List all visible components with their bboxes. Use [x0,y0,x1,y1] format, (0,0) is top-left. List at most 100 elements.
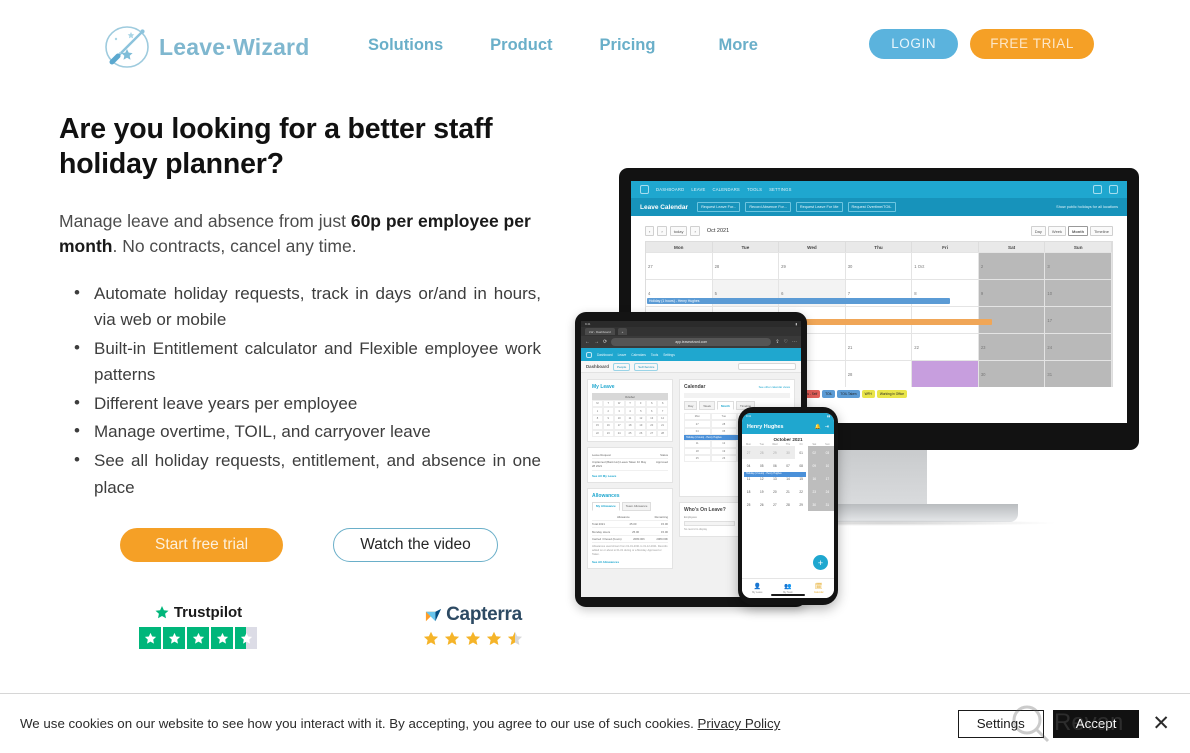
more-menu-icon[interactable]: ⋯ [792,339,797,345]
mini-day[interactable]: 16 [602,422,614,430]
table-row[interactable]: Unplanned (Bank Hol) Leave Taken Fri May… [592,459,668,471]
free-trial-button[interactable]: FREE TRIAL [970,29,1094,59]
calendar-day-cell[interactable]: 3 [1045,252,1112,279]
phone-day[interactable]: 07 [781,459,794,472]
app-nav-settings[interactable]: SETTINGS [769,187,792,192]
back-arrow-icon[interactable]: ← [585,339,590,345]
nav-item-solutions[interactable]: Solutions [368,36,443,55]
phone-day[interactable]: 02 [807,446,821,459]
app-nav-tools[interactable]: Tools [651,353,658,357]
phone-day[interactable]: 10 [820,459,834,472]
mini-day[interactable]: 28 [657,429,668,437]
calendar-next-button[interactable]: › [657,226,667,236]
phone-day[interactable]: 25 [742,498,755,511]
grid-day[interactable]: 25 [684,454,711,463]
mini-day[interactable]: S [657,400,668,408]
calendar-day-cell[interactable]: 27 [646,252,713,279]
phone-day[interactable]: 18 [742,485,755,498]
calendar-tab[interactable]: Month [716,401,734,410]
mini-day[interactable]: T [602,400,614,408]
self-service-chip[interactable]: Self-Service [634,362,659,371]
other-calendar-views-link[interactable]: See other calendar views [759,385,790,389]
app-nav-leave[interactable]: LEAVE [691,187,705,192]
brand-logo[interactable]: Leave·Wizard [101,22,309,72]
calendar-prev-button[interactable]: ‹ [645,226,655,236]
phone-day[interactable]: 05 [755,459,768,472]
app-nav-settings[interactable]: Settings [663,353,675,357]
trustpilot-badge[interactable]: Trustpilot [139,604,257,650]
calendar-day-cell[interactable]: 22 [912,333,979,360]
mini-day[interactable]: 22 [592,429,603,437]
request-leave-for-button[interactable]: Request Leave For... [697,202,741,212]
phone-day[interactable]: 30 [807,498,821,511]
app-nav-calendars[interactable]: Calendars [631,353,646,357]
phone-day[interactable]: 27 [742,446,756,459]
request-leave-for-me-button[interactable]: Request Leave For Me [795,202,843,212]
phone-day[interactable]: 21 [781,485,794,498]
cookie-settings-button[interactable]: Settings [957,709,1044,738]
share-icon[interactable]: ⇪ [775,339,779,345]
calendar-day-cell[interactable]: 30 [978,360,1046,387]
request-overtime-toil-button[interactable]: Request Overtime/TOIL [847,202,896,212]
phone-day[interactable]: 09 [807,459,821,472]
phone-day[interactable]: 26 [755,498,768,511]
grid-day[interactable]: 11 [684,440,711,448]
capterra-badge[interactable]: Capterra [422,604,524,649]
see-all-allowances-link[interactable]: See All Allowances [592,560,668,564]
grid-day[interactable]: 28 [710,420,737,428]
phone-day[interactable]: 19 [755,485,768,498]
phone-day[interactable]: 01 [795,446,808,459]
view-week-button[interactable]: Week [1047,226,1067,236]
mini-day[interactable]: 1 [592,407,603,415]
mini-day[interactable]: S [646,400,658,408]
calendar-day-cell[interactable]: 2 [978,252,1046,279]
search-input[interactable] [738,363,796,370]
nav-item-more[interactable]: More [718,36,757,55]
phone-day[interactable]: 30 [781,446,795,459]
watch-video-button[interactable]: Watch the video [333,528,498,563]
app-nav-dashboard[interactable]: Dashboard [597,353,613,357]
view-month-button[interactable]: Month [1068,226,1089,236]
grid-day[interactable]: 05 [710,427,737,436]
close-x-icon[interactable]: ✕ [1152,713,1170,734]
phone-day[interactable]: 17 [820,472,834,485]
mini-day[interactable]: 27 [646,429,658,437]
calendar-day-cell[interactable]: 24 [1045,333,1112,360]
phone-day[interactable]: 29 [795,498,808,511]
mini-day[interactable]: 3 [613,407,625,415]
mini-day[interactable]: 14 [657,414,668,423]
tab-my-leave[interactable]: 👤 My Leave [742,579,773,598]
tab-calendar[interactable]: 🗓 Calendar [803,579,834,598]
calendar-day-cell[interactable]: 17 [1045,306,1112,333]
grid-day[interactable]: 04 [684,427,711,436]
calendar-day-cell[interactable]: 9 [978,279,1046,306]
calendar-day-cell[interactable]: 31 [1045,360,1112,387]
grid-day[interactable]: 19 [710,447,737,455]
mini-day[interactable]: 20 [646,422,658,430]
calendar-day-cell[interactable]: 29 [912,360,979,387]
mini-day[interactable]: 5 [635,407,647,415]
mini-day[interactable]: 15 [592,422,603,430]
user-avatar-icon[interactable] [1109,185,1118,194]
people-chip[interactable]: People [612,362,631,371]
mini-day[interactable]: 25 [624,429,636,437]
add-leave-fab-button[interactable]: + [813,555,828,570]
view-timeline-button[interactable]: Timeline [1090,226,1113,236]
calendar-tab[interactable]: Day [684,401,698,410]
logout-icon[interactable]: ⇥ [825,424,829,430]
phone-day[interactable]: 04 [742,459,755,472]
mini-day[interactable]: 4 [624,407,636,415]
mini-day[interactable]: 26 [635,429,647,437]
mini-day[interactable]: 12 [635,414,647,423]
tab-team-allowance[interactable]: Team Allowance [621,501,652,511]
mini-day[interactable]: 9 [602,414,614,423]
phone-day[interactable]: 06 [768,459,781,472]
mini-day[interactable]: M [592,400,603,408]
record-absence-for-button[interactable]: Record Absence For... [745,202,791,212]
view-day-button[interactable]: Day [1030,226,1046,236]
phone-day[interactable]: 23 [807,485,821,498]
mini-day[interactable]: 24 [613,429,625,437]
mini-day[interactable]: 21 [657,422,668,430]
phone-day[interactable]: 03 [820,446,834,459]
tab-my-allowance[interactable]: My Allowance [592,501,620,511]
